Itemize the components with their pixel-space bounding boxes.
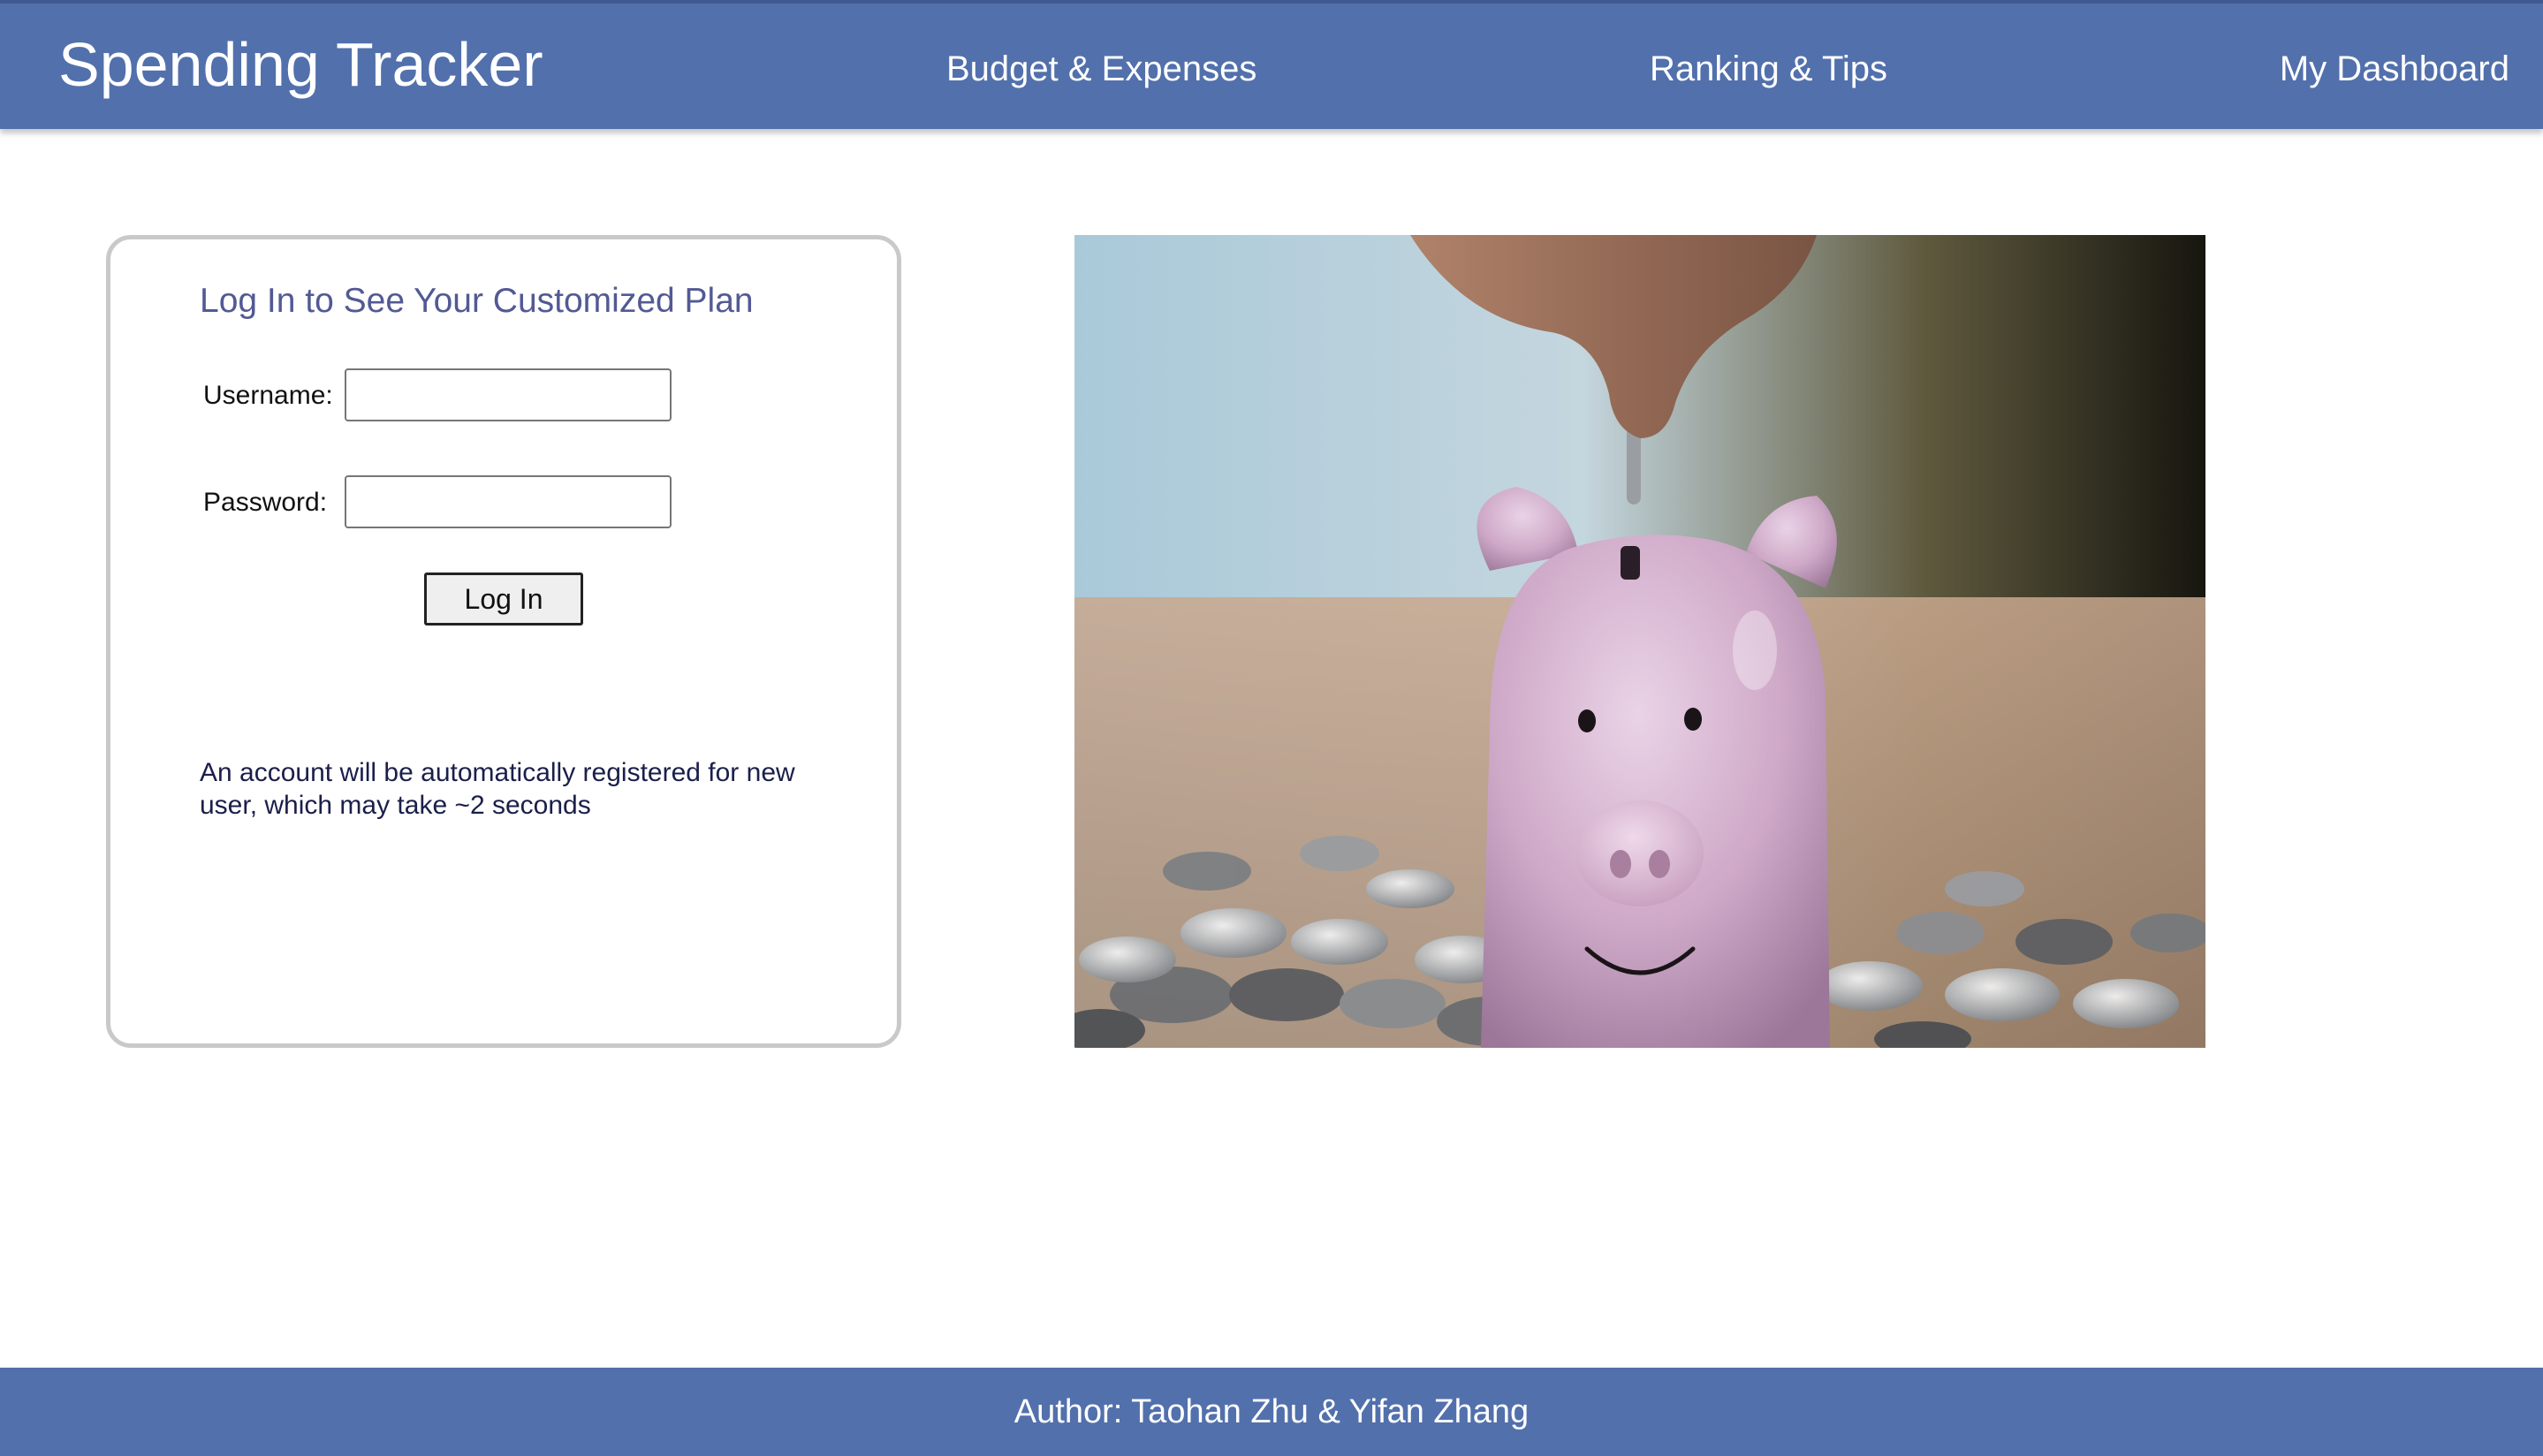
login-title: Log In to See Your Customized Plan (200, 282, 754, 320)
nav-budget-expenses[interactable]: Budget & Expenses (946, 51, 1256, 87)
page: Spending Tracker Budget & Expenses Ranki… (0, 0, 2543, 1456)
registration-note: An account will be automatically registe… (200, 758, 795, 820)
login-button[interactable]: Log In (424, 573, 583, 626)
site-brand[interactable]: Spending Tracker (58, 34, 543, 95)
footer: Author: Taohan Zhu & Yifan Zhang (0, 1368, 2543, 1456)
login-card: Log In to See Your Customized Plan Usern… (106, 235, 901, 1048)
password-label: Password: (203, 488, 328, 517)
nav-ranking-tips[interactable]: Ranking & Tips (1650, 51, 1887, 87)
nav-my-dashboard[interactable]: My Dashboard (2280, 51, 2509, 87)
footer-authors: Author: Taohan Zhu & Yifan Zhang (1013, 1393, 1530, 1430)
username-input[interactable] (345, 368, 672, 421)
top-nav-bar: Spending Tracker Budget & Expenses Ranki… (0, 0, 2543, 129)
piggy-bank-image (1074, 235, 2205, 1048)
password-input[interactable] (345, 475, 672, 528)
username-label: Username: (203, 381, 333, 410)
